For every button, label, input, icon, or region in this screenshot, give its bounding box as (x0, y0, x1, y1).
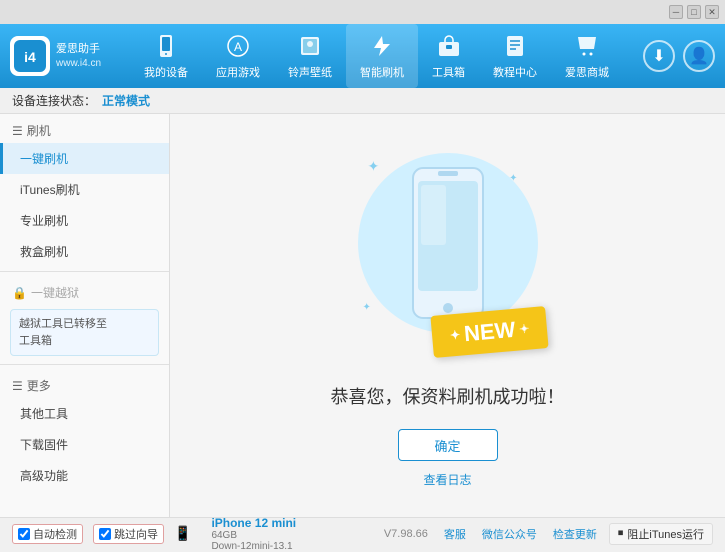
device-phone-icon: 📱 (174, 525, 191, 542)
nav-item-ringtone[interactable]: 铃声壁纸 (274, 24, 346, 88)
success-illustration: ✦ ✦ ✦ NEW (348, 143, 548, 363)
sidebar-item-pro-flash[interactable]: 专业刷机 (0, 205, 169, 236)
tutorial-icon (501, 32, 529, 60)
status-bar: 设备连接状态： 正常模式 (0, 88, 725, 114)
logo-icon: i4 (10, 36, 50, 76)
sidebar-divider-2 (0, 364, 169, 365)
nav-item-flash[interactable]: 智能刷机 (346, 24, 418, 88)
logo-area: i4 爱思助手 www.i4.cn (10, 36, 110, 76)
update-link[interactable]: 检查更新 (553, 526, 597, 542)
sidebar-section-more: ☰ 更多 (0, 369, 169, 398)
maximize-btn[interactable]: □ (687, 5, 701, 19)
main-content: ✦ ✦ ✦ NEW 恭喜您，保资料刷机成功啦！ 确定 查看日志 (170, 114, 725, 517)
user-btn[interactable]: 👤 (683, 40, 715, 72)
nav-item-shop[interactable]: 爱思商城 (551, 24, 623, 88)
nav-item-apps[interactable]: A 应用游戏 (202, 24, 274, 88)
lock-icon: 🔒 (12, 286, 27, 300)
sidebar-item-rescue-flash[interactable]: 救盒刷机 (0, 236, 169, 267)
sidebar-item-download-firmware[interactable]: 下载固件 (0, 429, 169, 460)
sidebar: ☰ 刷机 一键刷机 iTunes刷机 专业刷机 救盒刷机 🔒 一键越狱 越狱工具… (0, 114, 170, 517)
skip-wizard-checkbox-label[interactable]: 跳过向导 (93, 524, 164, 544)
nav-item-tutorial[interactable]: 教程中心 (479, 24, 551, 88)
new-badge: NEW (430, 306, 549, 358)
ringtone-icon (296, 32, 324, 60)
sparkle-1: ✦ (368, 158, 380, 175)
svg-text:i4: i4 (24, 49, 36, 65)
sidebar-item-other-tools[interactable]: 其他工具 (0, 398, 169, 429)
download-btn[interactable]: ⬇ (643, 40, 675, 72)
logo-text: 爱思助手 www.i4.cn (56, 42, 101, 69)
sidebar-item-itunes-flash[interactable]: iTunes刷机 (0, 174, 169, 205)
success-message: 恭喜您，保资料刷机成功啦！ (331, 383, 565, 409)
svg-text:A: A (234, 40, 242, 54)
toolbox-icon (435, 32, 463, 60)
nav-items: 我的设备 A 应用游戏 铃声壁纸 (110, 24, 643, 88)
titlebar: ─ □ ✕ (0, 0, 725, 24)
phone-svg (403, 163, 493, 323)
main-area: ☰ 刷机 一键刷机 iTunes刷机 专业刷机 救盒刷机 🔒 一键越狱 越狱工具… (0, 114, 725, 517)
apps-icon: A (224, 32, 252, 60)
itunes-status-btn[interactable]: ⏹ 阻止iTunes运行 (609, 523, 713, 545)
sidebar-info-box: 越狱工具已转移至 工具箱 (10, 309, 159, 356)
support-link[interactable]: 客服 (444, 526, 466, 542)
auto-detect-checkbox[interactable] (18, 528, 30, 540)
sparkle-3: ✦ (363, 302, 371, 313)
navbar: i4 爱思助手 www.i4.cn 我的设备 A (0, 24, 725, 88)
mydevice-icon (152, 32, 180, 60)
sidebar-item-onekey-flash[interactable]: 一键刷机 (0, 143, 169, 174)
nav-right-actions: ⬇ 👤 (643, 40, 715, 72)
nav-item-mydevice[interactable]: 我的设备 (130, 24, 202, 88)
sidebar-jailbreak-header: 🔒 一键越狱 (0, 276, 169, 305)
sidebar-section-flash: ☰ 刷机 (0, 114, 169, 143)
sidebar-item-advanced[interactable]: 高级功能 (0, 460, 169, 491)
flash-section-icon: ☰ (12, 124, 23, 138)
skip-wizard-checkbox[interactable] (99, 528, 111, 540)
bottom-left: 自动检测 跳过向导 📱 iPhone 12 mini 64GB Down-12m… (12, 516, 372, 552)
flash-icon (368, 32, 396, 60)
sidebar-divider-1 (0, 271, 169, 272)
minimize-btn[interactable]: ─ (669, 5, 683, 19)
daily-log-link[interactable]: 查看日志 (423, 471, 471, 488)
auto-detect-checkbox-label[interactable]: 自动检测 (12, 524, 83, 544)
device-info: iPhone 12 mini 64GB Down-12mini-13.1 (211, 516, 296, 552)
shop-icon (573, 32, 601, 60)
close-btn[interactable]: ✕ (705, 5, 719, 19)
wechat-link[interactable]: 微信公众号 (482, 526, 537, 542)
more-section-icon: ☰ (12, 379, 23, 393)
nav-item-toolbox[interactable]: 工具箱 (418, 24, 479, 88)
itunes-status-icon: ⏹ (618, 527, 624, 540)
bottom-right: V7.98.66 客服 微信公众号 检查更新 (384, 526, 597, 542)
bottom-bar: 自动检测 跳过向导 📱 iPhone 12 mini 64GB Down-12m… (0, 517, 725, 549)
sparkle-2: ✦ (509, 173, 517, 184)
confirm-button[interactable]: 确定 (398, 429, 498, 461)
